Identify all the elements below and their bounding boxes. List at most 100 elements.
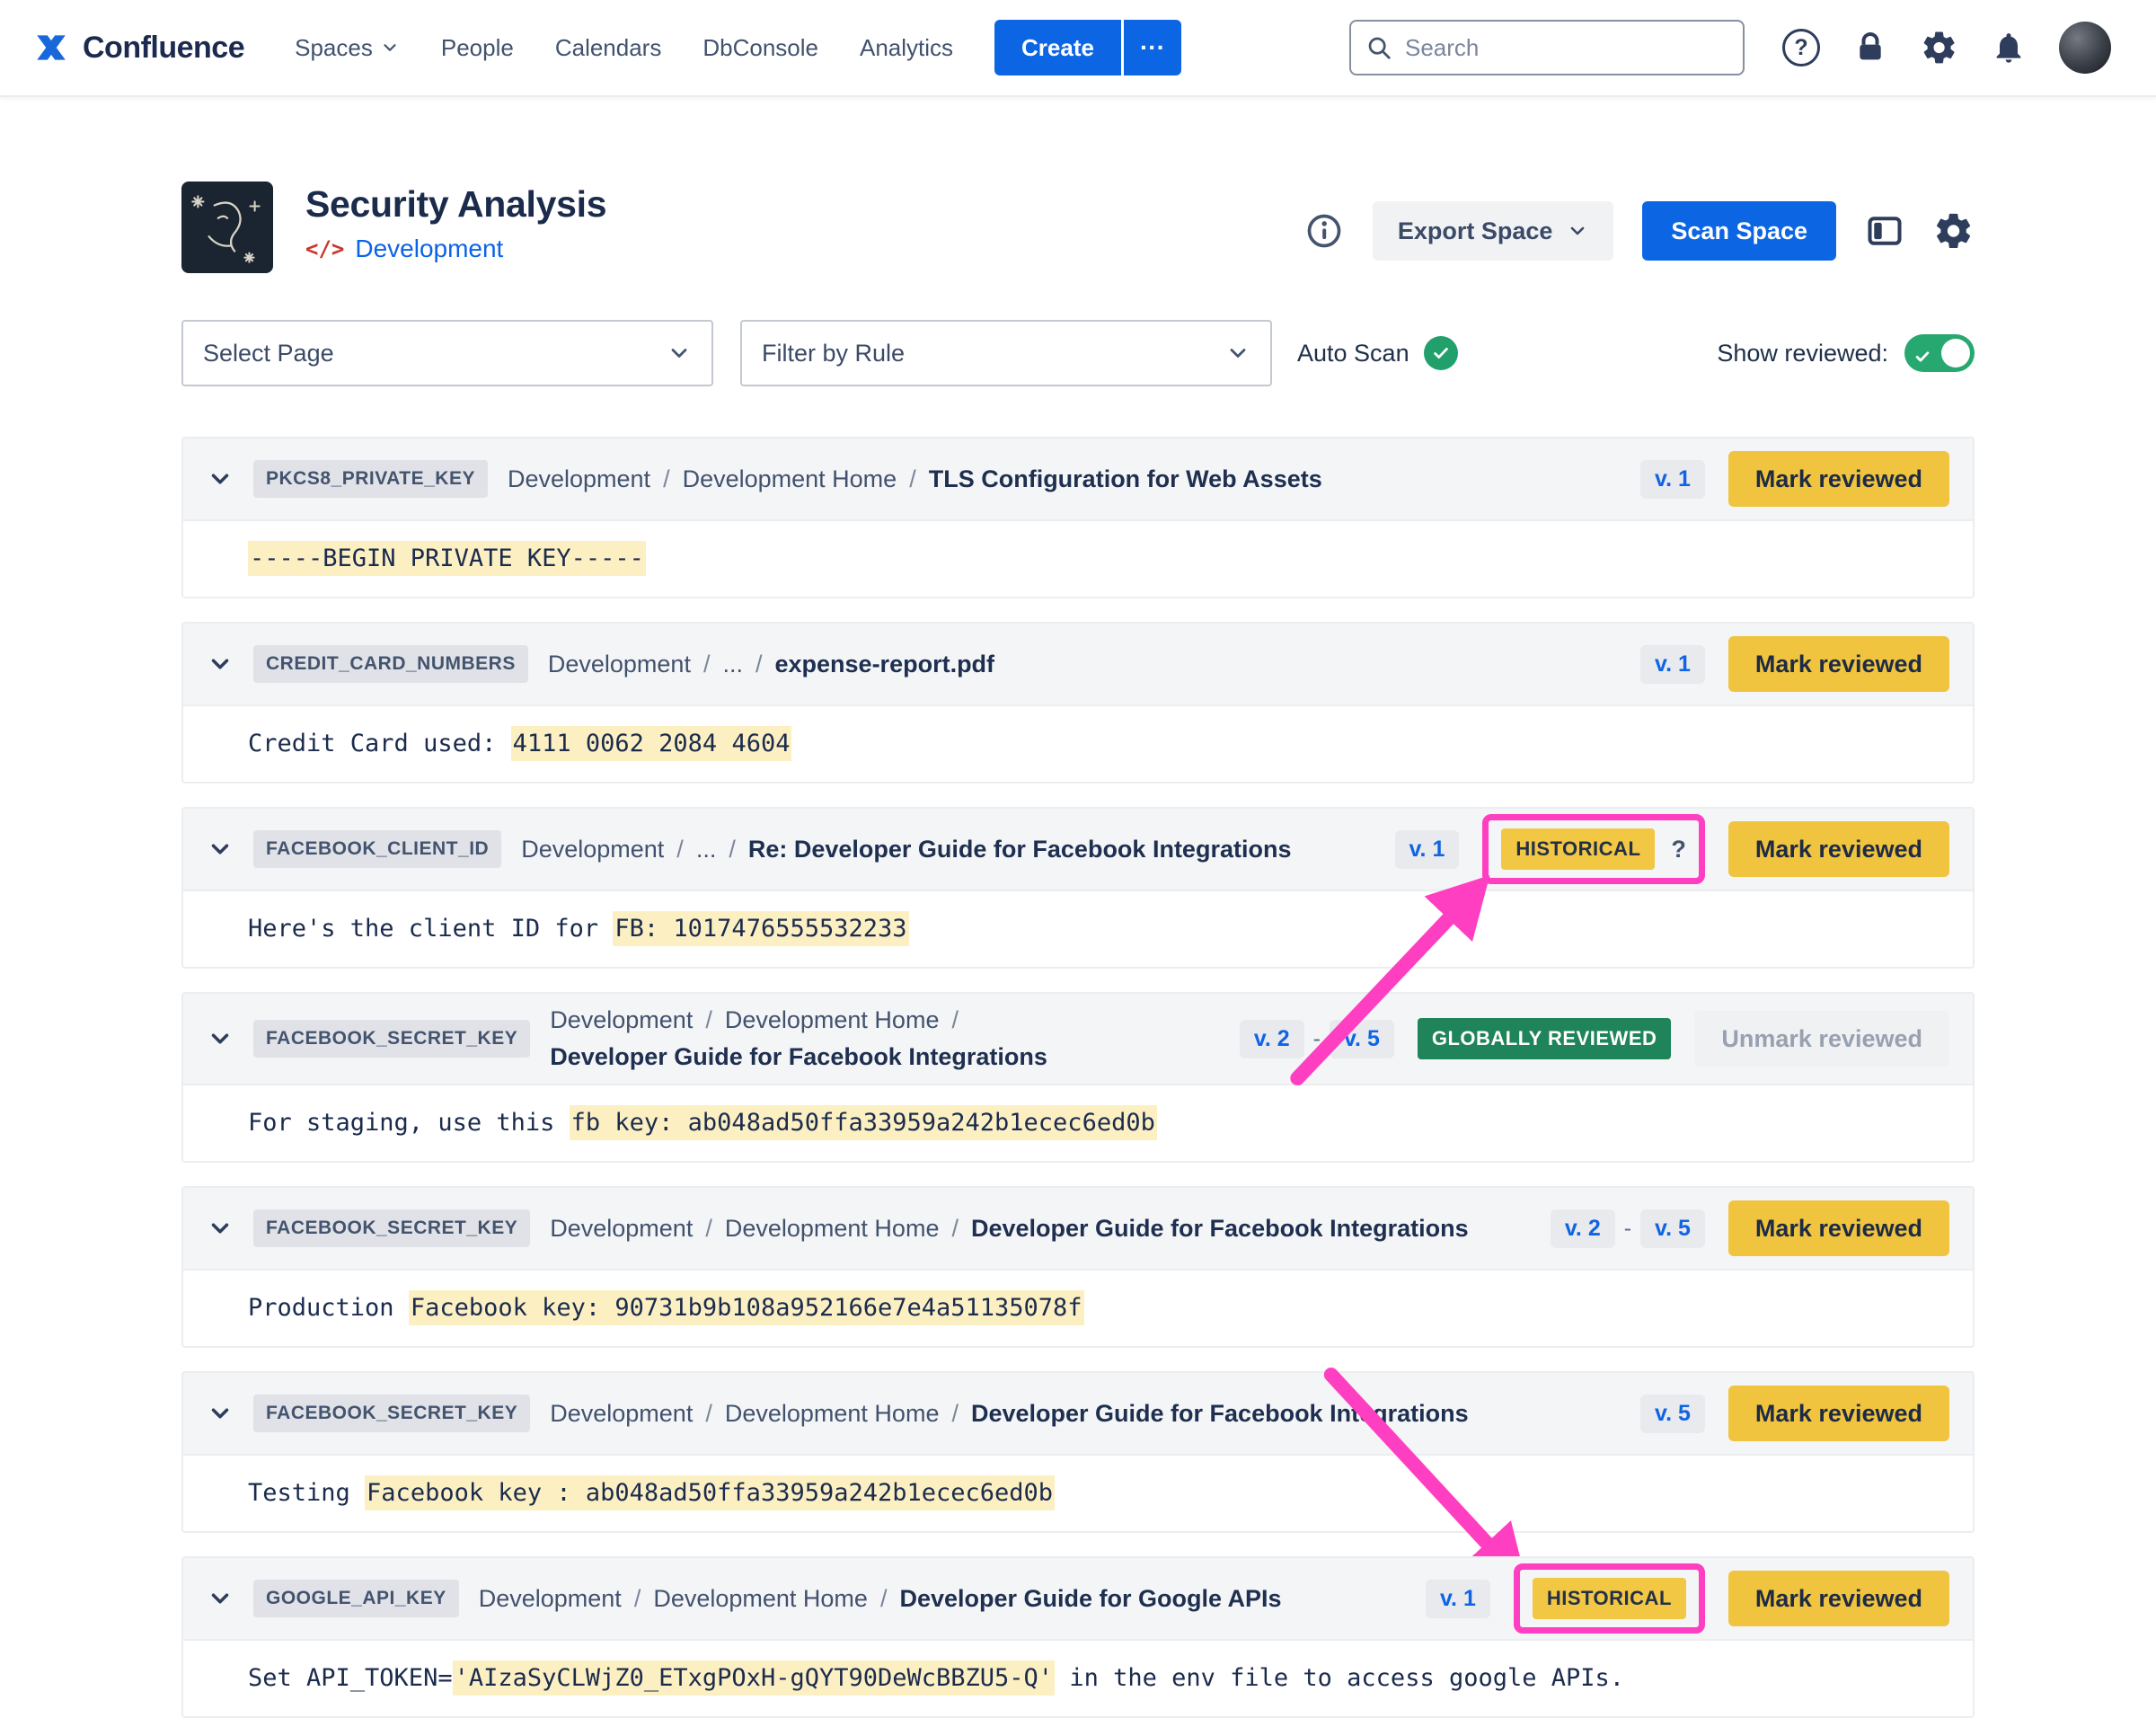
nav-spaces[interactable]: Spaces <box>295 34 400 62</box>
breadcrumb-page[interactable]: expense-report.pdf <box>775 651 995 678</box>
help-icon[interactable]: ? <box>1671 836 1686 863</box>
finding-actions: v. 2-v. 5 Mark reviewed <box>1551 1200 1949 1256</box>
notifications-bell-icon[interactable] <box>1991 30 2027 66</box>
space-header: Security Analysis </> Development Export… <box>181 182 1975 273</box>
version-range-dash: - <box>1313 1026 1321 1052</box>
breadcrumb-page[interactable]: TLS Configuration for Web Assets <box>929 465 1322 493</box>
finding-header: FACEBOOK_SECRET_KEY Development/Developm… <box>183 1373 1973 1454</box>
confluence-logo[interactable]: Confluence <box>32 29 244 66</box>
nav-spaces-label: Spaces <box>295 34 373 62</box>
toggle-check-icon <box>1913 344 1931 372</box>
chevron-down-icon <box>667 341 692 366</box>
space-settings-gear-icon[interactable] <box>1933 210 1975 252</box>
finding-header: PKCS8_PRIVATE_KEY Development/Developmen… <box>183 438 1973 519</box>
lock-icon[interactable] <box>1852 30 1888 66</box>
version-badges: v. 5 <box>1640 1395 1705 1433</box>
breadcrumb-parent[interactable]: Development <box>479 1585 622 1613</box>
review-action-button[interactable]: Mark reviewed <box>1728 1200 1949 1256</box>
breadcrumb-parent[interactable]: Development <box>550 1215 693 1243</box>
breadcrumb-separator: / <box>703 651 711 678</box>
filter-rule-value: Filter by Rule <box>762 340 905 368</box>
version-badge[interactable]: v. 5 <box>1640 1395 1705 1433</box>
select-page-dropdown[interactable]: Select Page <box>181 320 713 386</box>
version-badge[interactable]: v. 1 <box>1426 1580 1490 1618</box>
breadcrumb-page[interactable]: Developer Guide for Google APIs <box>899 1585 1281 1613</box>
breadcrumb-page[interactable]: Re: Developer Guide for Facebook Integra… <box>748 836 1292 863</box>
finding-content: Set API_TOKEN='AIzaSyCLWjZ0_ETxgPOxH-gQY… <box>183 1639 1973 1716</box>
collapse-chevron-icon[interactable] <box>207 1585 234 1612</box>
create-button[interactable]: Create <box>994 20 1121 75</box>
create-split-button: Create ··· <box>994 20 1181 75</box>
breadcrumb-separator: / <box>729 836 736 863</box>
collapse-chevron-icon[interactable] <box>207 465 234 492</box>
highlighted-secret: -----BEGIN PRIVATE KEY----- <box>248 541 646 576</box>
collapse-chevron-icon[interactable] <box>207 1215 234 1242</box>
breadcrumb-parent[interactable]: Development <box>550 1400 693 1428</box>
review-action-button[interactable]: Mark reviewed <box>1728 1571 1949 1626</box>
help-icon[interactable]: ? <box>1782 29 1820 66</box>
scan-space-button[interactable]: Scan Space <box>1642 201 1836 261</box>
version-badge[interactable]: v. 1 <box>1395 830 1460 869</box>
filter-rule-dropdown[interactable]: Filter by Rule <box>740 320 1272 386</box>
breadcrumb-separator: / <box>634 1585 641 1613</box>
review-action-button[interactable]: Mark reviewed <box>1728 451 1949 507</box>
breadcrumb-page[interactable]: Developer Guide for Facebook Integration… <box>971 1400 1469 1428</box>
breadcrumb-parent[interactable]: Development Home <box>725 1400 940 1428</box>
version-badge[interactable]: v. 5 <box>1330 1020 1394 1058</box>
collapse-chevron-icon[interactable] <box>207 651 234 677</box>
board-view-icon[interactable] <box>1865 211 1904 251</box>
breadcrumb-separator: / <box>705 1006 712 1034</box>
breadcrumb-parent[interactable]: Development Home <box>725 1006 940 1034</box>
breadcrumb-parent[interactable]: Development Home <box>653 1585 868 1613</box>
collapse-chevron-icon[interactable] <box>207 1400 234 1427</box>
search-box[interactable] <box>1349 20 1745 75</box>
chevron-down-icon <box>1225 341 1250 366</box>
nav-calendars[interactable]: Calendars <box>555 34 662 62</box>
collapse-chevron-icon[interactable] <box>207 836 234 863</box>
breadcrumb-page[interactable]: Developer Guide for Facebook Integration… <box>550 1043 1047 1071</box>
nav-dbconsole[interactable]: DbConsole <box>702 34 818 62</box>
finding-header: GOOGLE_API_KEY Development/Development H… <box>183 1558 1973 1639</box>
review-action-button[interactable]: Mark reviewed <box>1728 1386 1949 1441</box>
settings-gear-icon[interactable] <box>1921 29 1958 66</box>
annotation-highlight-box: HISTORICAL? <box>1482 814 1705 884</box>
finding-card: FACEBOOK_SECRET_KEY Development/Developm… <box>181 1371 1975 1533</box>
finding-actions: v. 1 HISTORICALMark reviewed <box>1426 1571 1949 1626</box>
version-badge[interactable]: v. 1 <box>1640 645 1705 684</box>
primary-nav: Spaces People Calendars DbConsole Analyt… <box>295 34 953 62</box>
info-icon[interactable] <box>1304 211 1344 251</box>
breadcrumb-parent[interactable]: Development <box>550 1006 693 1034</box>
version-badge[interactable]: v. 2 <box>1551 1209 1615 1248</box>
search-input[interactable] <box>1403 33 1728 63</box>
show-reviewed-toggle[interactable] <box>1904 334 1975 372</box>
version-badge[interactable]: v. 1 <box>1640 460 1705 499</box>
breadcrumb-page[interactable]: Developer Guide for Facebook Integration… <box>971 1215 1469 1243</box>
breadcrumb-parent[interactable]: Development Home <box>725 1215 940 1243</box>
confluence-logo-icon <box>32 29 70 66</box>
version-range-dash: - <box>1624 1216 1631 1242</box>
breadcrumb-parent[interactable]: ... <box>722 651 743 678</box>
version-badge[interactable]: v. 2 <box>1240 1020 1304 1058</box>
breadcrumb-parent[interactable]: Development <box>508 465 650 493</box>
review-action-button[interactable]: Mark reviewed <box>1728 636 1949 692</box>
breadcrumb-separator: / <box>880 1585 888 1613</box>
collapse-chevron-icon[interactable] <box>207 1025 234 1052</box>
historical-badge: HISTORICAL <box>1501 828 1655 870</box>
nav-people[interactable]: People <box>441 34 514 62</box>
user-avatar[interactable] <box>2059 22 2111 74</box>
breadcrumb-separator: / <box>909 465 916 493</box>
create-more-button[interactable]: ··· <box>1124 20 1181 75</box>
review-action-button[interactable]: Mark reviewed <box>1728 821 1949 877</box>
content-text: Set API_TOKEN= <box>248 1664 453 1692</box>
breadcrumb-parent[interactable]: Development Home <box>683 465 897 493</box>
nav-analytics[interactable]: Analytics <box>860 34 953 62</box>
space-link-row: </> Development <box>305 235 606 263</box>
review-action-button[interactable]: Unmark reviewed <box>1694 1011 1949 1067</box>
version-badge[interactable]: v. 5 <box>1640 1209 1705 1248</box>
space-link[interactable]: Development <box>355 235 503 263</box>
breadcrumb-parent[interactable]: ... <box>696 836 717 863</box>
breadcrumb-parent[interactable]: Development <box>548 651 691 678</box>
breadcrumb-parent[interactable]: Development <box>521 836 664 863</box>
export-space-button[interactable]: Export Space <box>1373 201 1614 261</box>
content-text: Credit Card used: <box>248 730 511 757</box>
